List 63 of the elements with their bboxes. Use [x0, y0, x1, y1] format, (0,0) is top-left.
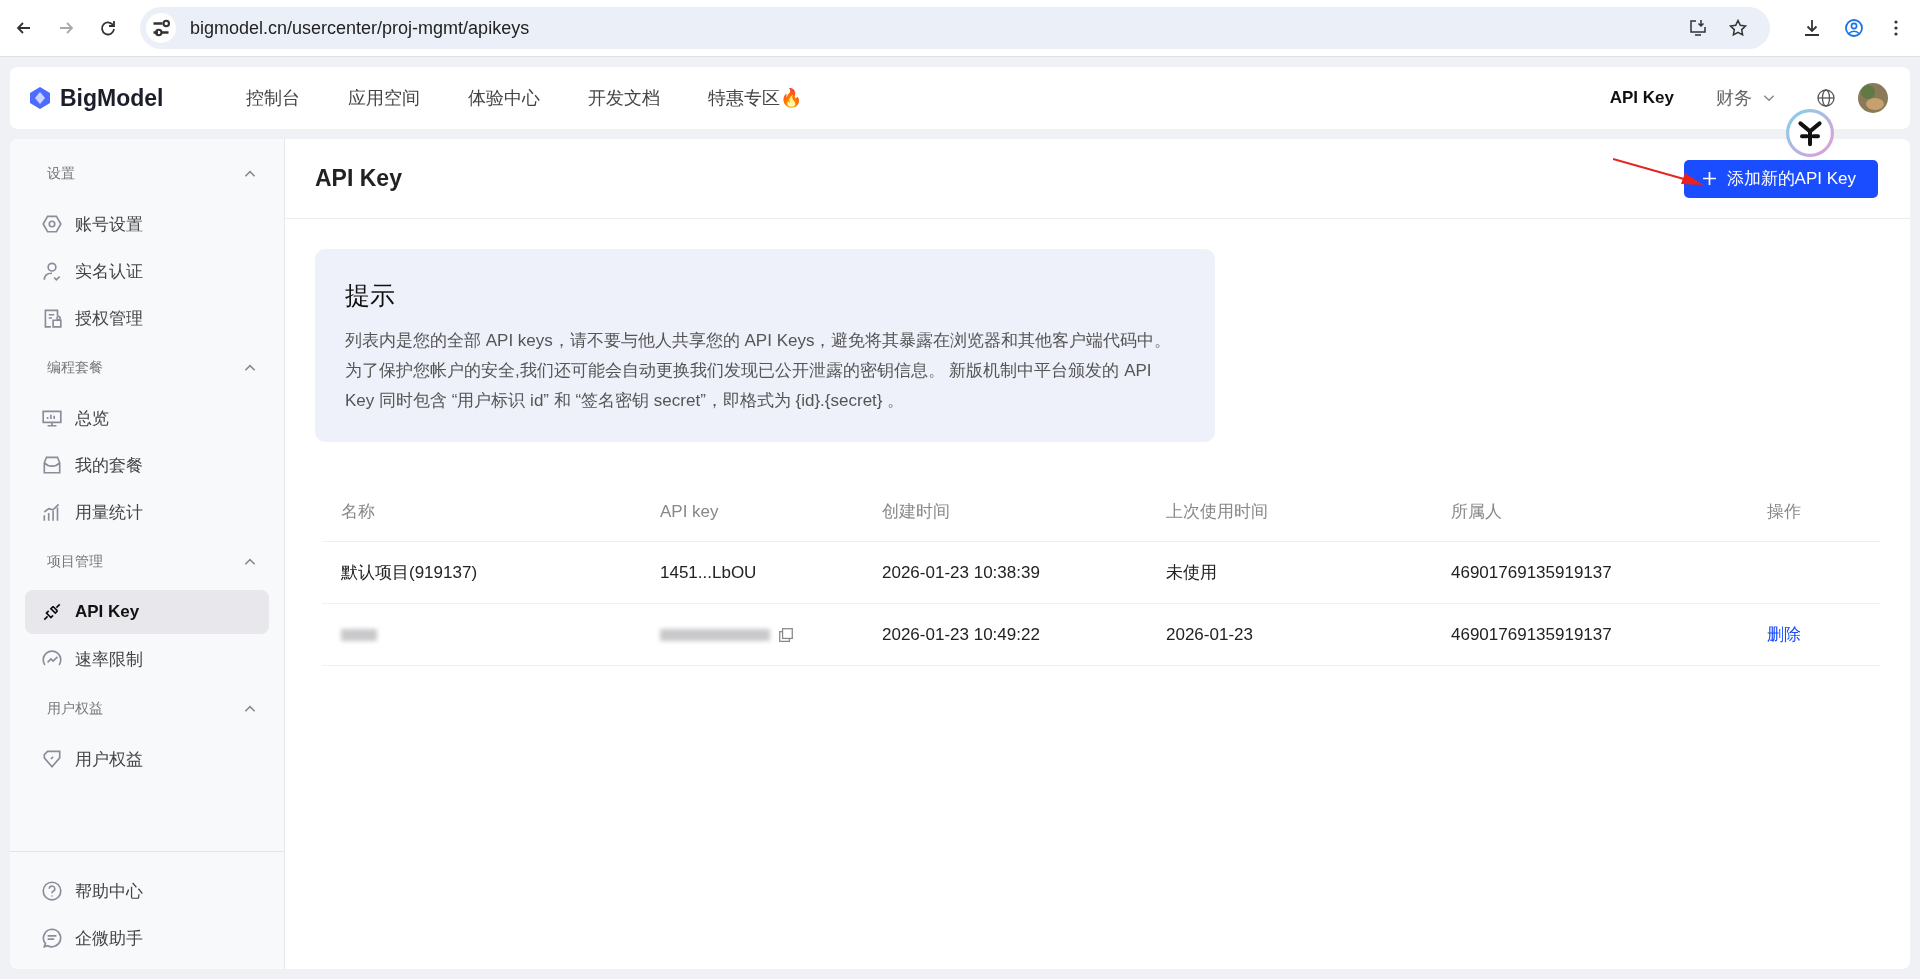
star-icon[interactable] — [1728, 18, 1748, 38]
table-cell: 46901769135919137 — [1451, 562, 1612, 583]
add-api-key-button[interactable]: 添加新的API Key — [1683, 159, 1878, 198]
install-icon[interactable] — [1688, 18, 1708, 38]
table-cell: 2026-01-23 10:49:22 — [882, 624, 1040, 645]
group-header[interactable]: 编程套餐 — [25, 343, 269, 393]
copy-icon[interactable] — [778, 626, 794, 643]
logo-icon — [28, 86, 52, 110]
address-bar[interactable]: bigmodel.cn/usercenter/proj-mgmt/apikeys — [140, 7, 1770, 49]
column-header: 创建时间 — [881, 501, 951, 523]
nav-link[interactable]: 应用空间 — [347, 86, 420, 110]
tip-title: 提示 — [345, 280, 396, 311]
group-header[interactable]: 设置 — [25, 149, 269, 199]
sidebar-item[interactable]: 我的套餐 — [25, 443, 269, 487]
avatar[interactable] — [1858, 83, 1888, 113]
group-header[interactable]: 项目管理 — [25, 537, 269, 587]
site-info-icon — [146, 13, 176, 43]
sidebar-item[interactable]: 用量统计 — [25, 490, 269, 534]
sidebar-item[interactable]: 授权管理 — [25, 296, 269, 340]
sidebar-item[interactable]: 企微助手 — [25, 916, 269, 960]
sidebar-item[interactable]: 速率限制 — [25, 637, 269, 681]
column-header: 上次使用时间 — [1165, 501, 1269, 523]
profile-icon[interactable] — [1844, 18, 1864, 38]
tag-icon — [41, 748, 63, 770]
delete-link[interactable]: 删除 — [1767, 623, 1801, 646]
finance-menu[interactable]: 财务 — [1716, 86, 1776, 110]
table-cell: 1451...LbOU — [660, 562, 757, 583]
floating-assistant-icon[interactable] — [1786, 109, 1834, 157]
plug-icon — [41, 601, 63, 623]
help-icon — [41, 880, 63, 902]
table-cell-text: 未使用 — [1166, 562, 1217, 584]
table-cell-text: 默认项目(919137) — [341, 562, 478, 584]
plus-icon — [1701, 171, 1717, 186]
tip-text: 列表内是您的全部 API keys，请不要与他人共享您的 API Keys，避免将其暴露在浏览器和其他客户端代码中。为了保护您帐户的安全,我们还可能会自动更换我们发现已公开泄露的密钥信息。 新版机制中平台颁发的 API Key 同时包含 “用户标识 id” 和 “签名密钥 secret”，即格式为 {id}.{secret} 。 — [345, 330, 1173, 412]
sidebar-item[interactable]: 总览 — [25, 396, 269, 440]
nav-link[interactable]: 特惠专区🔥 — [707, 86, 802, 110]
sidebar-item[interactable]: 账号设置 — [25, 202, 269, 246]
nav-link[interactable]: 开发文档 — [587, 86, 660, 110]
download-icon[interactable] — [1802, 18, 1822, 38]
table-cell: 46901769135919137 — [1451, 624, 1612, 645]
column-header: 名称 — [340, 501, 376, 523]
nav-link[interactable]: 体验中心 — [467, 86, 540, 110]
nav-link[interactable]: 控制台 — [245, 86, 300, 110]
sidebar-item[interactable]: 用户权益 — [25, 737, 269, 781]
redacted-text — [341, 628, 377, 641]
logo-text[interactable]: BigModel — [60, 84, 164, 112]
hexagon-icon — [41, 213, 63, 235]
reload-icon[interactable] — [98, 18, 118, 38]
page-title: API Key — [315, 165, 402, 192]
table-cell: 2026-01-23 — [1166, 624, 1253, 645]
column-header: 所属人 — [1450, 501, 1503, 523]
group-header[interactable]: 用户权益 — [25, 684, 269, 734]
api-key-link[interactable]: API Key — [1609, 88, 1674, 108]
column-header: 操作 — [1766, 501, 1802, 523]
sidebar-item[interactable]: 实名认证 — [25, 249, 269, 293]
sidebar-item[interactable]: API Key — [25, 590, 269, 634]
globe-icon[interactable] — [1816, 88, 1836, 108]
column-header: API key — [659, 501, 720, 522]
bag-icon — [41, 454, 63, 476]
chat-icon — [41, 927, 63, 949]
sidebar-item[interactable]: 帮助中心 — [25, 869, 269, 913]
table-cell: 2026-01-23 10:38:39 — [882, 562, 1040, 583]
person-icon — [41, 260, 63, 282]
